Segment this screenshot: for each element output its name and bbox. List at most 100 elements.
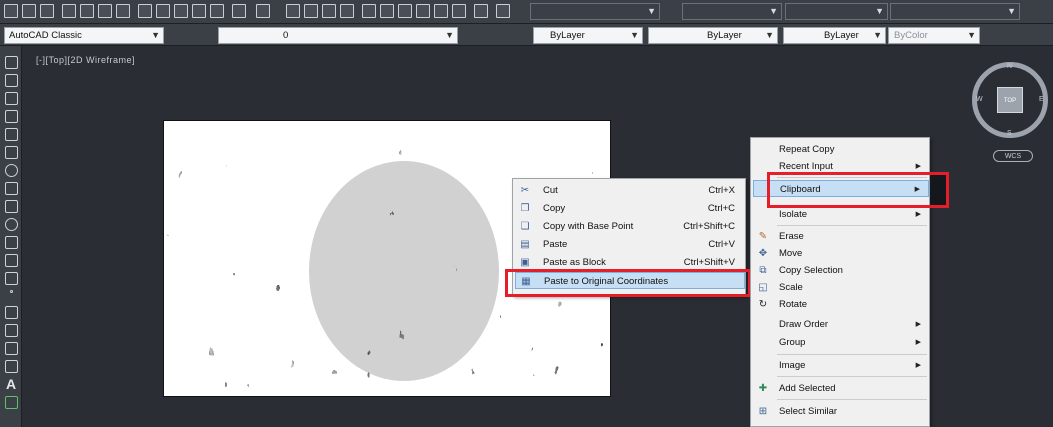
menu-item-group[interactable]: Group ▶	[751, 334, 929, 351]
menu-item-erase[interactable]: ✎ Erase	[751, 228, 929, 245]
compass-west[interactable]: W	[976, 96, 983, 103]
properties-icon[interactable]	[362, 4, 376, 18]
ellipse-arc-icon[interactable]	[5, 236, 18, 249]
wcs-menu[interactable]: WCS	[993, 150, 1033, 162]
redo-icon[interactable]	[256, 4, 270, 18]
copy-selection-icon: ⧉	[759, 265, 767, 276]
compass-north[interactable]: N	[1007, 63, 1012, 70]
table-style-dropdown[interactable]: ▼	[785, 3, 888, 20]
multiline-text-icon[interactable]: A	[6, 376, 16, 392]
menu-item-label: Isolate	[779, 209, 807, 220]
menu-item-label: Group	[779, 337, 806, 348]
menu-item-shortcut: Ctrl+V	[708, 239, 735, 250]
spline-icon[interactable]	[5, 200, 18, 213]
color-dropdown[interactable]: ByLayer ▼	[533, 27, 643, 44]
point-icon[interactable]	[10, 290, 13, 293]
line-icon[interactable]	[5, 56, 18, 69]
workspace-dropdown[interactable]: AutoCAD Classic ▼	[4, 27, 164, 44]
sheet-set-icon[interactable]	[416, 4, 430, 18]
hatch-icon[interactable]	[5, 306, 18, 319]
menu-item-label: Erase	[779, 231, 804, 242]
chevron-down-icon: ▼	[769, 6, 778, 16]
copy-icon[interactable]	[156, 4, 170, 18]
print-icon[interactable]	[62, 4, 76, 18]
menu-item-copy-selection[interactable]: ⧉ Copy Selection	[751, 262, 929, 279]
menu-item-scale[interactable]: ◱ Scale	[751, 279, 929, 296]
menu-item-label: Copy	[543, 203, 566, 214]
pan-icon[interactable]	[286, 4, 300, 18]
markup-icon[interactable]	[434, 4, 448, 18]
add-selected-icon[interactable]	[5, 396, 18, 409]
menu-item-rotate[interactable]: ↻ Rotate	[751, 296, 929, 313]
menu-item-repeat-copy[interactable]: Repeat Copy	[751, 141, 929, 158]
match-properties-icon[interactable]	[192, 4, 206, 18]
chevron-down-icon: ▼	[1007, 6, 1016, 16]
menu-item-paste[interactable]: ▤ Paste Ctrl+V	[513, 236, 745, 253]
help-icon[interactable]	[474, 4, 488, 18]
arc-icon[interactable]	[5, 146, 18, 159]
menu-item-cut[interactable]: ✂ Cut Ctrl+X	[513, 182, 745, 199]
new-file-icon[interactable]	[4, 4, 18, 18]
submenu-arrow-icon: ▶	[915, 321, 921, 328]
linetype-dropdown[interactable]: ByLayer ▼	[648, 27, 778, 44]
chevron-down-icon: ▼	[630, 30, 639, 40]
zoom-window-icon[interactable]	[322, 4, 336, 18]
ellipse-icon[interactable]	[5, 218, 18, 231]
viewport-controls-label[interactable]: [-][Top][2D Wireframe]	[36, 55, 135, 65]
scissors-icon: ✂	[520, 185, 530, 196]
block-editor-icon[interactable]	[210, 4, 224, 18]
compass-east[interactable]: E	[1039, 96, 1044, 103]
open-file-icon[interactable]	[22, 4, 36, 18]
insert-block-icon[interactable]	[5, 254, 18, 267]
menu-item-draw-order[interactable]: Draw Order ▶	[751, 316, 929, 333]
make-block-icon[interactable]	[5, 272, 18, 285]
menu-item-image[interactable]: Image ▶	[751, 357, 929, 374]
3d-print-icon[interactable]	[116, 4, 130, 18]
save-icon[interactable]	[40, 4, 54, 18]
design-center-icon[interactable]	[380, 4, 394, 18]
multileader-style-dropdown[interactable]: ▼	[890, 3, 1020, 20]
cut-icon[interactable]	[138, 4, 152, 18]
scale-icon: ◱	[758, 282, 768, 293]
tool-palettes-icon[interactable]	[398, 4, 412, 18]
publish-icon[interactable]	[98, 4, 112, 18]
menu-item-add-selected[interactable]: ✚ Add Selected	[751, 380, 929, 397]
chevron-down-icon: ▼	[445, 30, 454, 40]
linetype-value: ByLayer	[707, 30, 742, 41]
region-icon[interactable]	[5, 342, 18, 355]
circle-icon[interactable]	[5, 164, 18, 177]
menu-item-isolate[interactable]: Isolate ▶	[751, 206, 929, 223]
viewcube-top-face[interactable]: TOP	[997, 87, 1023, 113]
menu-item-label: Cut	[543, 185, 558, 196]
layer-dropdown[interactable]: 0 ▼	[218, 27, 458, 44]
menu-item-shortcut: Ctrl+Shift+C	[683, 221, 735, 232]
polyline-icon[interactable]	[5, 92, 18, 105]
text-style-icon[interactable]	[496, 4, 510, 18]
move-icon: ✥	[758, 248, 768, 259]
quickcalc-icon[interactable]	[452, 4, 466, 18]
menu-divider	[777, 376, 927, 377]
dim-style-dropdown[interactable]: ▼	[682, 3, 782, 20]
print-preview-icon[interactable]	[80, 4, 94, 18]
plotstyle-dropdown[interactable]: ByColor ▼	[888, 27, 980, 44]
text-style-dropdown[interactable]: ▼	[530, 3, 660, 20]
compass-south[interactable]: S	[1007, 130, 1012, 137]
rectangle-icon[interactable]	[5, 128, 18, 141]
undo-icon[interactable]	[232, 4, 246, 18]
menu-item-copy[interactable]: ❐ Copy Ctrl+C	[513, 200, 745, 217]
lineweight-dropdown[interactable]: ByLayer ▼	[783, 27, 886, 44]
add-selected-icon: ✚	[758, 383, 768, 394]
construction-line-icon[interactable]	[5, 74, 18, 87]
menu-item-copy-with-base-point[interactable]: ❏ Copy with Base Point Ctrl+Shift+C	[513, 218, 745, 235]
zoom-previous-icon[interactable]	[340, 4, 354, 18]
menu-item-select-similar[interactable]: ⊞ Select Similar	[751, 403, 929, 420]
paste-block-icon: ▣	[520, 257, 530, 268]
menu-item-move[interactable]: ✥ Move	[751, 245, 929, 262]
table-icon[interactable]	[5, 360, 18, 373]
paste-icon[interactable]	[174, 4, 188, 18]
chevron-down-icon: ▼	[873, 30, 882, 40]
polygon-icon[interactable]	[5, 110, 18, 123]
revision-cloud-icon[interactable]	[5, 182, 18, 195]
gradient-icon[interactable]	[5, 324, 18, 337]
zoom-realtime-icon[interactable]	[304, 4, 318, 18]
